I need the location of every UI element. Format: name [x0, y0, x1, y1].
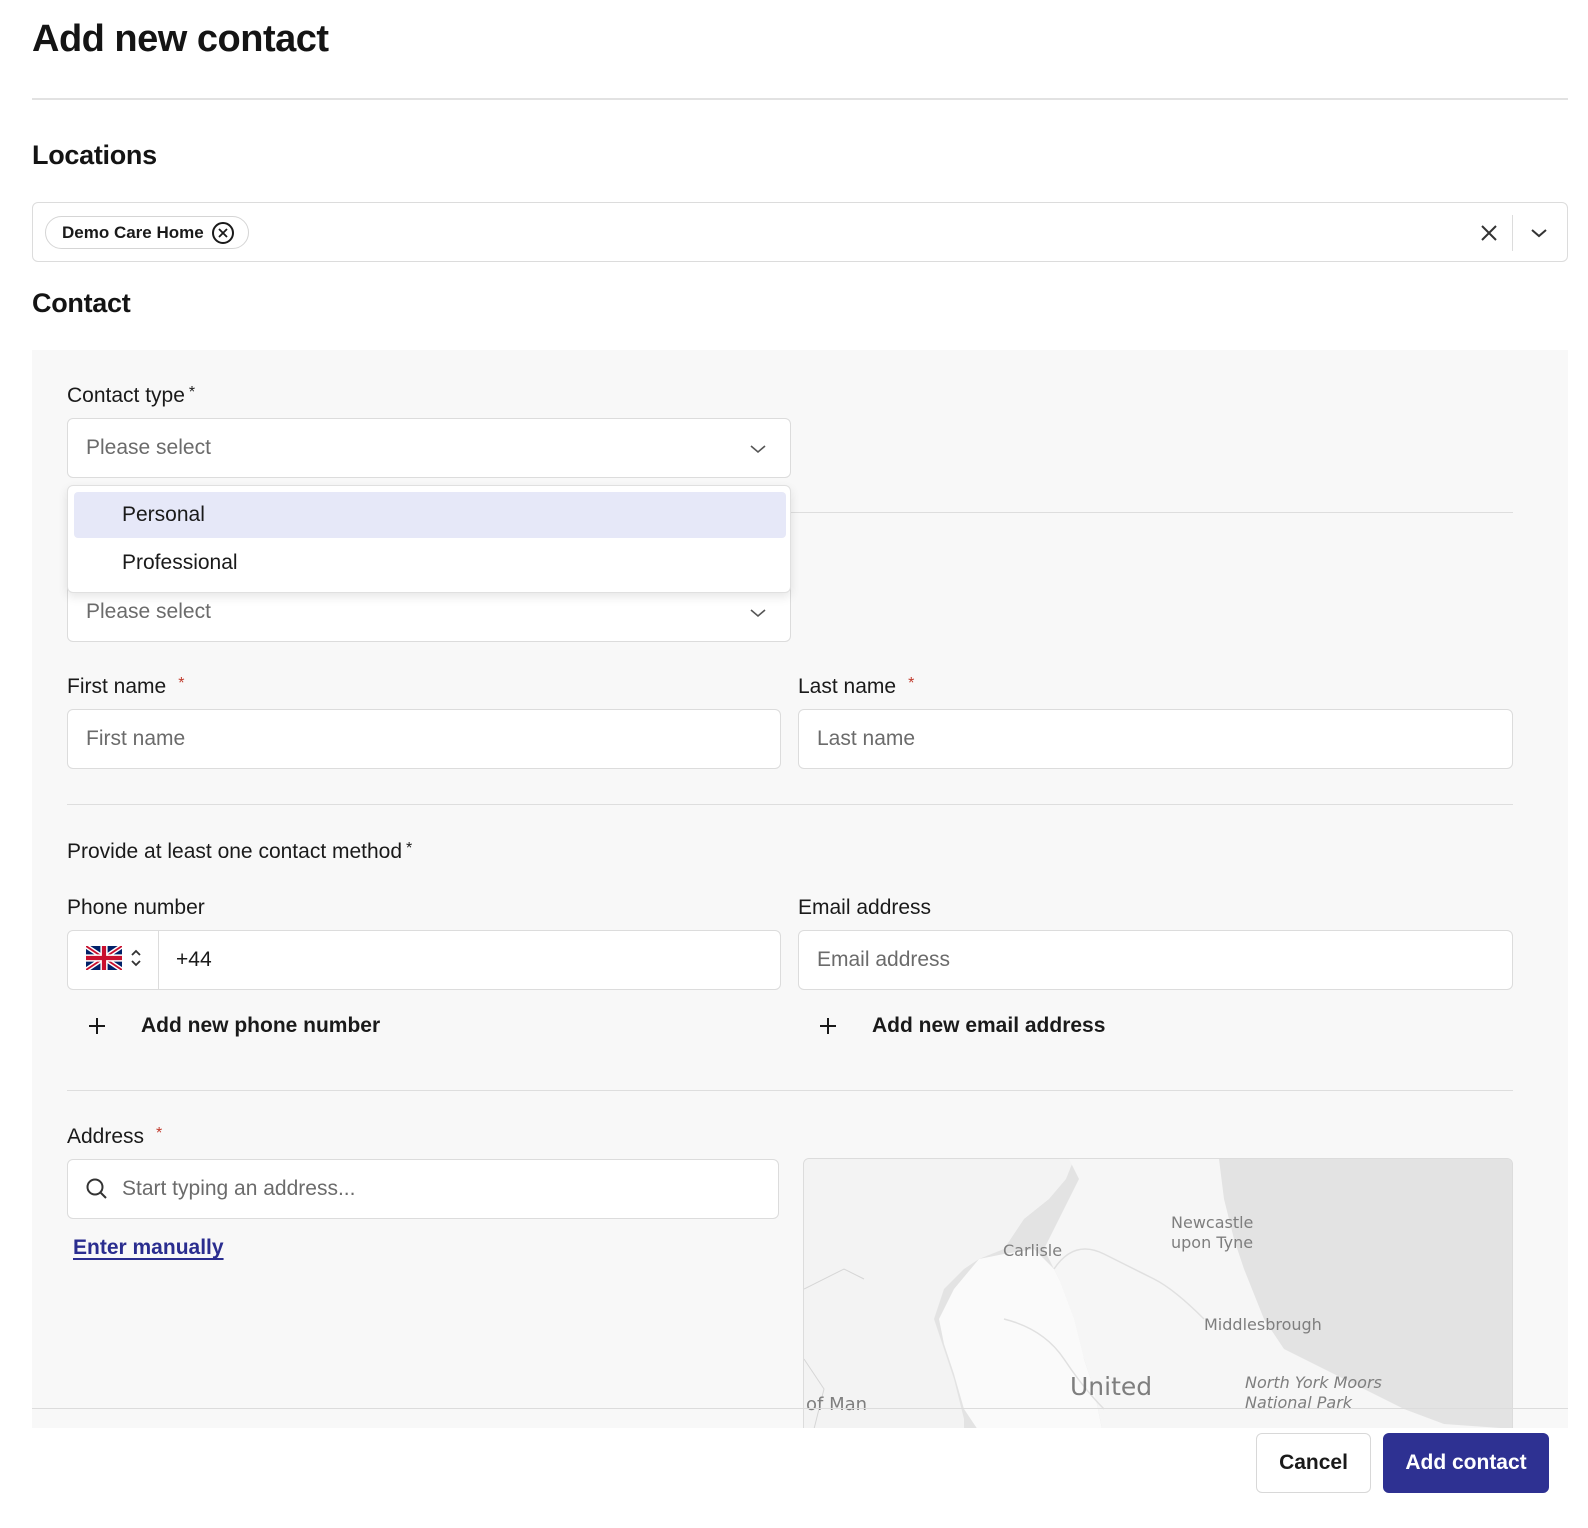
contact-type-label-text: Contact type — [67, 384, 185, 407]
email-field[interactable]: Email address — [798, 930, 1513, 990]
map-label-united: United — [1070, 1372, 1153, 1401]
map-label-newcastle: Newcastle upon Tyne — [1171, 1213, 1254, 1252]
clear-icon[interactable] — [1477, 221, 1501, 245]
last-name-label-text: Last name — [798, 675, 897, 698]
first-name-label: First name * — [67, 675, 184, 699]
add-email-label: Add new email address — [872, 1014, 1106, 1037]
dropdown-option-personal[interactable]: Personal — [74, 492, 786, 538]
relationship-placeholder: Please select — [86, 600, 211, 623]
contact-type-dropdown: Personal Professional — [67, 485, 791, 593]
divider — [67, 1090, 1513, 1091]
dropdown-option-professional[interactable]: Professional — [74, 540, 786, 586]
map-label-carlisle: Carlisle — [1003, 1241, 1063, 1260]
map-label-isle-of-man: of Man — [806, 1394, 868, 1415]
required-mark: * — [908, 675, 915, 692]
map-background — [804, 1159, 1512, 1428]
last-name-field[interactable]: Last name — [798, 709, 1513, 769]
chevron-down-icon — [746, 437, 770, 461]
locations-select[interactable]: Demo Care Home — [32, 202, 1568, 262]
phone-input[interactable]: +44 — [176, 931, 212, 989]
last-name-placeholder: Last name — [817, 727, 916, 750]
add-phone-button[interactable]: Add new phone number — [85, 1014, 380, 1038]
address-search-input[interactable]: Start typing an address... — [67, 1159, 779, 1219]
email-label: Email address — [798, 896, 932, 919]
first-name-label-text: First name — [67, 675, 167, 698]
address-map[interactable]: Newcastle upon Tyne Carlisle Middlesbroug… — [803, 1158, 1513, 1428]
chevron-down-icon — [746, 601, 770, 625]
phone-field[interactable]: +44 — [67, 930, 781, 990]
chevron-down-icon[interactable] — [1527, 221, 1551, 245]
address-label-text: Address — [67, 1125, 145, 1148]
contact-form-panel: Contact type * Please select Personal Pro… — [32, 350, 1568, 1428]
phone-label: Phone number — [67, 896, 205, 919]
contact-type-placeholder: Please select — [86, 436, 211, 459]
contact-type-label: Contact type * — [67, 384, 195, 408]
first-name-field[interactable]: First name — [67, 709, 781, 769]
uk-flag-icon — [84, 943, 124, 975]
up-down-chevron-icon — [130, 948, 142, 973]
page-title: Add new contact — [32, 18, 329, 60]
address-placeholder: Start typing an address... — [122, 1177, 356, 1200]
contact-heading: Contact — [32, 288, 131, 318]
contact-type-select[interactable]: Please select — [67, 418, 791, 478]
search-icon — [86, 1178, 108, 1206]
required-mark: * — [406, 840, 413, 857]
last-name-label: Last name * — [798, 675, 914, 699]
location-chip-label: Demo Care Home — [62, 222, 204, 242]
contact-method-label: Provide at least one contact method * — [67, 840, 412, 864]
address-label: Address * — [67, 1125, 162, 1149]
map-label-middlesbrough: Middlesbrough — [1204, 1315, 1322, 1334]
add-phone-label: Add new phone number — [141, 1014, 381, 1037]
first-name-placeholder: First name — [86, 727, 186, 750]
divider — [67, 804, 1513, 805]
title-divider — [32, 98, 1568, 100]
select-separator — [1512, 215, 1513, 251]
locations-heading: Locations — [32, 140, 157, 170]
plus-icon — [85, 1014, 109, 1038]
add-email-button[interactable]: Add new email address — [816, 1014, 1105, 1038]
required-mark: * — [178, 675, 185, 692]
footer-divider — [32, 1408, 1568, 1409]
plus-icon — [816, 1014, 840, 1038]
required-mark: * — [156, 1125, 163, 1142]
location-chip: Demo Care Home — [45, 216, 249, 249]
add-contact-button[interactable]: Add contact — [1383, 1433, 1549, 1493]
remove-chip-icon[interactable] — [211, 222, 234, 244]
map-label-north-york-moors: North York Moors National Park — [1245, 1373, 1382, 1412]
enter-manually-link[interactable]: Enter manually — [73, 1236, 224, 1260]
cancel-button[interactable]: Cancel — [1256, 1433, 1371, 1493]
required-mark: * — [188, 384, 196, 401]
country-selector[interactable] — [68, 931, 159, 989]
email-placeholder: Email address — [817, 948, 951, 971]
contact-method-label-text: Provide at least one contact method — [67, 840, 403, 863]
